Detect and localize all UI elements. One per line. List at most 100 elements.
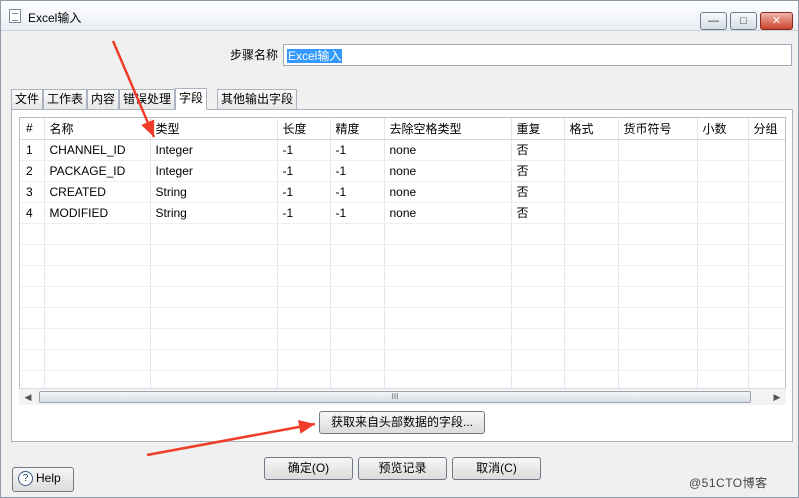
- cell-field-length[interactable]: -1: [277, 181, 331, 203]
- table-row[interactable]: 4 MODIFIED String -1 -1 none 否: [20, 202, 785, 224]
- cell-decimal[interactable]: [697, 286, 749, 308]
- cancel-button[interactable]: 取消(C): [452, 457, 541, 480]
- cell-trim-type[interactable]: [384, 265, 512, 287]
- cell-field-type[interactable]: [150, 286, 278, 308]
- cell-repeat[interactable]: [511, 286, 565, 308]
- cell-field-name[interactable]: [44, 286, 151, 308]
- minimize-button[interactable]: —: [700, 12, 727, 30]
- cell-format[interactable]: [564, 139, 619, 161]
- table-row[interactable]: 1 CHANNEL_ID Integer -1 -1 none 否: [20, 139, 785, 161]
- cell-grouping[interactable]: [748, 139, 785, 161]
- cell-format[interactable]: [564, 223, 619, 245]
- cell-decimal[interactable]: [697, 349, 749, 371]
- cell-field-name[interactable]: CREATED: [44, 181, 151, 203]
- cell-decimal[interactable]: [697, 160, 749, 182]
- cell-format[interactable]: [564, 265, 619, 287]
- cell-field-precision[interactable]: [330, 265, 385, 287]
- cell-currency[interactable]: [618, 202, 698, 224]
- cell-field-length[interactable]: -1: [277, 202, 331, 224]
- cell-field-type[interactable]: [150, 328, 278, 350]
- column-header-name[interactable]: 名称: [44, 118, 151, 140]
- cell-field-type[interactable]: Integer: [150, 160, 278, 182]
- cell-field-type[interactable]: String: [150, 202, 278, 224]
- cell-grouping[interactable]: [748, 160, 785, 182]
- column-header-index[interactable]: #: [20, 118, 45, 140]
- cell-trim-type[interactable]: [384, 349, 512, 371]
- column-header-format[interactable]: 格式: [564, 118, 619, 140]
- cell-grouping[interactable]: [748, 223, 785, 245]
- cell-trim-type[interactable]: none: [384, 202, 512, 224]
- cell-format[interactable]: [564, 328, 619, 350]
- cell-trim-type[interactable]: none: [384, 139, 512, 161]
- cell-row-index[interactable]: [20, 349, 45, 371]
- cell-field-precision[interactable]: [330, 328, 385, 350]
- fields-table[interactable]: # 名称 类型 长度 精度 去除空格类型 重复 格式 货币符号 小数 分组 1C…: [19, 117, 786, 395]
- cell-row-index[interactable]: [20, 244, 45, 266]
- cell-decimal[interactable]: [697, 223, 749, 245]
- column-header-precision[interactable]: 精度: [330, 118, 385, 140]
- tab-other-output-fields[interactable]: 其他输出字段: [217, 89, 298, 109]
- cell-row-index[interactable]: 1: [20, 139, 45, 161]
- cell-field-length[interactable]: [277, 244, 331, 266]
- cell-field-precision[interactable]: [330, 349, 385, 371]
- cell-trim-type[interactable]: [384, 307, 512, 329]
- empty-table-row[interactable]: [20, 286, 785, 308]
- cell-repeat[interactable]: 否: [511, 202, 565, 224]
- cell-row-index[interactable]: [20, 307, 45, 329]
- cell-field-precision[interactable]: -1: [330, 181, 385, 203]
- cell-trim-type[interactable]: [384, 223, 512, 245]
- cell-currency[interactable]: [618, 307, 698, 329]
- cell-grouping[interactable]: [748, 181, 785, 203]
- cell-field-length[interactable]: [277, 223, 331, 245]
- table-row[interactable]: 3 CREATED String -1 -1 none 否: [20, 181, 785, 203]
- cell-repeat[interactable]: 否: [511, 139, 565, 161]
- cell-currency[interactable]: [618, 160, 698, 182]
- cell-field-type[interactable]: [150, 265, 278, 287]
- tab-error-handling[interactable]: 错误处理: [119, 89, 176, 109]
- cell-format[interactable]: [564, 286, 619, 308]
- cell-field-name[interactable]: CHANNEL_ID: [44, 139, 151, 161]
- empty-table-row[interactable]: [20, 265, 785, 287]
- column-header-type[interactable]: 类型: [150, 118, 278, 140]
- horizontal-scrollbar[interactable]: ◀ III ▶: [19, 388, 786, 405]
- cell-decimal[interactable]: [697, 328, 749, 350]
- scroll-thumb[interactable]: III: [39, 391, 751, 403]
- cell-currency[interactable]: [618, 265, 698, 287]
- cell-currency[interactable]: [618, 181, 698, 203]
- cell-field-name[interactable]: [44, 244, 151, 266]
- empty-table-row[interactable]: [20, 244, 785, 266]
- table-row[interactable]: 2 PACKAGE_ID Integer -1 -1 none 否: [20, 160, 785, 182]
- cell-field-name[interactable]: MODIFIED: [44, 202, 151, 224]
- cell-format[interactable]: [564, 349, 619, 371]
- cell-field-name[interactable]: [44, 349, 151, 371]
- empty-table-row[interactable]: [20, 349, 785, 371]
- empty-table-row[interactable]: [20, 307, 785, 329]
- cell-currency[interactable]: [618, 286, 698, 308]
- cell-decimal[interactable]: [697, 244, 749, 266]
- cell-currency[interactable]: [618, 139, 698, 161]
- cell-repeat[interactable]: [511, 307, 565, 329]
- cell-field-length[interactable]: [277, 328, 331, 350]
- cell-currency[interactable]: [618, 244, 698, 266]
- get-fields-from-header-button[interactable]: 获取来自头部数据的字段...: [319, 411, 485, 434]
- cell-grouping[interactable]: [748, 349, 785, 371]
- cell-field-type[interactable]: Integer: [150, 139, 278, 161]
- cell-field-precision[interactable]: [330, 286, 385, 308]
- cell-field-type[interactable]: [150, 223, 278, 245]
- cell-field-name[interactable]: PACKAGE_ID: [44, 160, 151, 182]
- cell-field-precision[interactable]: -1: [330, 160, 385, 182]
- column-header-trim-type[interactable]: 去除空格类型: [384, 118, 512, 140]
- help-button[interactable]: ? Help: [12, 467, 74, 492]
- maximize-button[interactable]: □: [730, 12, 757, 30]
- close-button[interactable]: ✕: [760, 12, 793, 30]
- cell-format[interactable]: [564, 160, 619, 182]
- cell-decimal[interactable]: [697, 307, 749, 329]
- cell-row-index[interactable]: [20, 265, 45, 287]
- cell-field-precision[interactable]: -1: [330, 202, 385, 224]
- cell-decimal[interactable]: [697, 202, 749, 224]
- cell-field-precision[interactable]: [330, 307, 385, 329]
- ok-button[interactable]: 确定(O): [264, 457, 353, 480]
- column-header-repeat[interactable]: 重复: [511, 118, 565, 140]
- scroll-left-icon[interactable]: ◀: [21, 390, 35, 404]
- cell-decimal[interactable]: [697, 265, 749, 287]
